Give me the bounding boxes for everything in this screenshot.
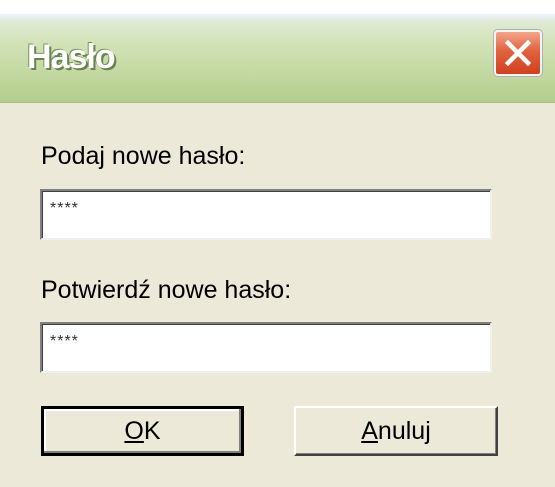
confirm-password-input[interactable]: **** [40,322,492,373]
password-dialog: Hasło Podaj nowe hasło: **** Potwierdź n… [0,14,555,487]
new-password-input[interactable]: **** [40,189,492,240]
ok-label-rest: K [143,416,161,445]
window-title: Hasło [27,38,116,76]
close-button[interactable] [494,30,542,76]
cancel-button[interactable]: Anuluj [294,406,498,456]
dialog-body: Podaj nowe hasło: **** Potwierdź nowe ha… [0,102,555,487]
new-password-label: Podaj nowe hasło: [41,142,246,170]
ok-access-key: O [124,416,144,445]
confirm-password-label: Potwierdź nowe hasło: [41,276,292,304]
close-icon [504,40,532,66]
cancel-label-rest: nuluj [377,416,431,445]
title-bar[interactable]: Hasło [0,14,555,103]
ok-button[interactable]: OK [41,406,244,456]
cancel-access-key: A [361,416,378,445]
